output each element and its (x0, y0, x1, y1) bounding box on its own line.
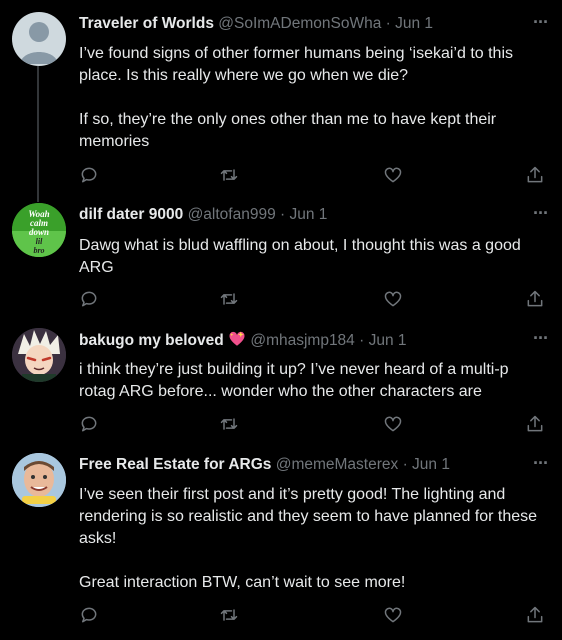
tweet-paragraph: i think they’re just building it up? I’v… (79, 361, 509, 400)
tweet-date[interactable]: Jun 1 (412, 456, 450, 473)
avatar[interactable] (12, 453, 66, 507)
anime-character-avatar (12, 328, 66, 382)
separator-dot: · (402, 456, 408, 473)
tweet-header: dilf dater 9000 @altofan999 · Jun 1 (79, 205, 522, 225)
green-meme-avatar: Woah calm down lil bro (12, 203, 66, 257)
tweet-date[interactable]: Jun 1 (290, 206, 328, 223)
share-icon[interactable] (525, 414, 547, 436)
reply-icon[interactable] (79, 414, 101, 436)
retweet-icon[interactable] (219, 605, 241, 627)
more-icon[interactable]: ··· (533, 12, 549, 33)
user-handle[interactable]: @altofan999 (188, 206, 276, 223)
tweet-text: I’ve seen their first post and it’s pret… (79, 484, 549, 594)
tweet-4[interactable]: Free Real Estate for ARGs @memeMasterex … (0, 453, 562, 633)
reply-icon[interactable] (79, 289, 101, 311)
svg-text:down: down (29, 227, 49, 237)
tweet-3[interactable]: bakugo my beloved @mhasjmp184 · Jun 1 ··… (0, 328, 562, 438)
separator-dot: · (280, 206, 286, 223)
tweet-text: I’ve found signs of other former humans … (79, 43, 549, 153)
user-handle[interactable]: @mhasjmp184 (250, 332, 354, 349)
tweet-actions (79, 289, 549, 311)
svg-text:bro: bro (33, 246, 44, 255)
more-icon[interactable]: ··· (533, 203, 549, 224)
like-icon[interactable] (383, 414, 405, 436)
like-icon[interactable] (383, 165, 405, 187)
share-icon[interactable] (525, 289, 547, 311)
tweet-date[interactable]: Jun 1 (369, 332, 407, 349)
reply-icon[interactable] (79, 605, 101, 627)
tweet-text: i think they’re just building it up? I’v… (79, 359, 549, 403)
tweet-paragraph: Dawg what is blud waffling on about, I t… (79, 237, 521, 276)
tweet-actions (79, 605, 549, 627)
tweet-paragraph: If so, they’re the only ones other than … (79, 111, 497, 150)
tweet-header: Traveler of Worlds @SoImADemonSoWha · Ju… (79, 14, 522, 34)
retweet-icon[interactable] (219, 289, 241, 311)
retweet-icon[interactable] (219, 165, 241, 187)
tweet-paragraph: I’ve seen their first post and it’s pret… (79, 486, 538, 547)
default-avatar-icon (20, 22, 58, 64)
retweet-icon[interactable] (219, 414, 241, 436)
separator-dot: · (385, 15, 391, 32)
sparkling-heart-icon (229, 331, 245, 346)
tweet-actions (79, 165, 549, 187)
tweet-date[interactable]: Jun 1 (395, 15, 433, 32)
tweet-text: Dawg what is blud waffling on about, I t… (79, 235, 549, 279)
svg-text:lil: lil (36, 237, 43, 246)
display-name[interactable]: dilf dater 9000 (79, 206, 183, 223)
tweet-paragraph: Great interaction BTW, can’t wait to see… (79, 574, 406, 591)
share-icon[interactable] (525, 605, 547, 627)
share-icon[interactable] (525, 165, 547, 187)
more-icon[interactable]: ··· (533, 328, 549, 349)
tweet-header: Free Real Estate for ARGs @memeMasterex … (79, 455, 522, 475)
reply-icon[interactable] (79, 165, 101, 187)
user-handle[interactable]: @SoImADemonSoWha (218, 15, 381, 32)
tweet-2[interactable]: Woah calm down lil bro dilf dater 9000 @… (0, 203, 562, 313)
meme-man-avatar (12, 453, 66, 507)
display-name[interactable]: bakugo my beloved (79, 332, 224, 349)
tweet-paragraph: I’ve found signs of other former humans … (79, 45, 514, 84)
display-name[interactable]: Traveler of Worlds (79, 15, 214, 32)
avatar[interactable]: Woah calm down lil bro (12, 203, 66, 257)
more-icon[interactable]: ··· (533, 453, 549, 474)
tweet-1[interactable]: Traveler of Worlds @SoImADemonSoWha · Ju… (0, 12, 562, 192)
like-icon[interactable] (383, 289, 405, 311)
tweet-actions (79, 414, 549, 436)
tweet-header: bakugo my beloved @mhasjmp184 · Jun 1 (79, 330, 522, 351)
separator-dot: · (359, 332, 365, 349)
avatar[interactable] (12, 12, 66, 66)
user-handle[interactable]: @memeMasterex (276, 456, 399, 473)
like-icon[interactable] (383, 605, 405, 627)
display-name[interactable]: Free Real Estate for ARGs (79, 456, 271, 473)
avatar[interactable] (12, 328, 66, 382)
